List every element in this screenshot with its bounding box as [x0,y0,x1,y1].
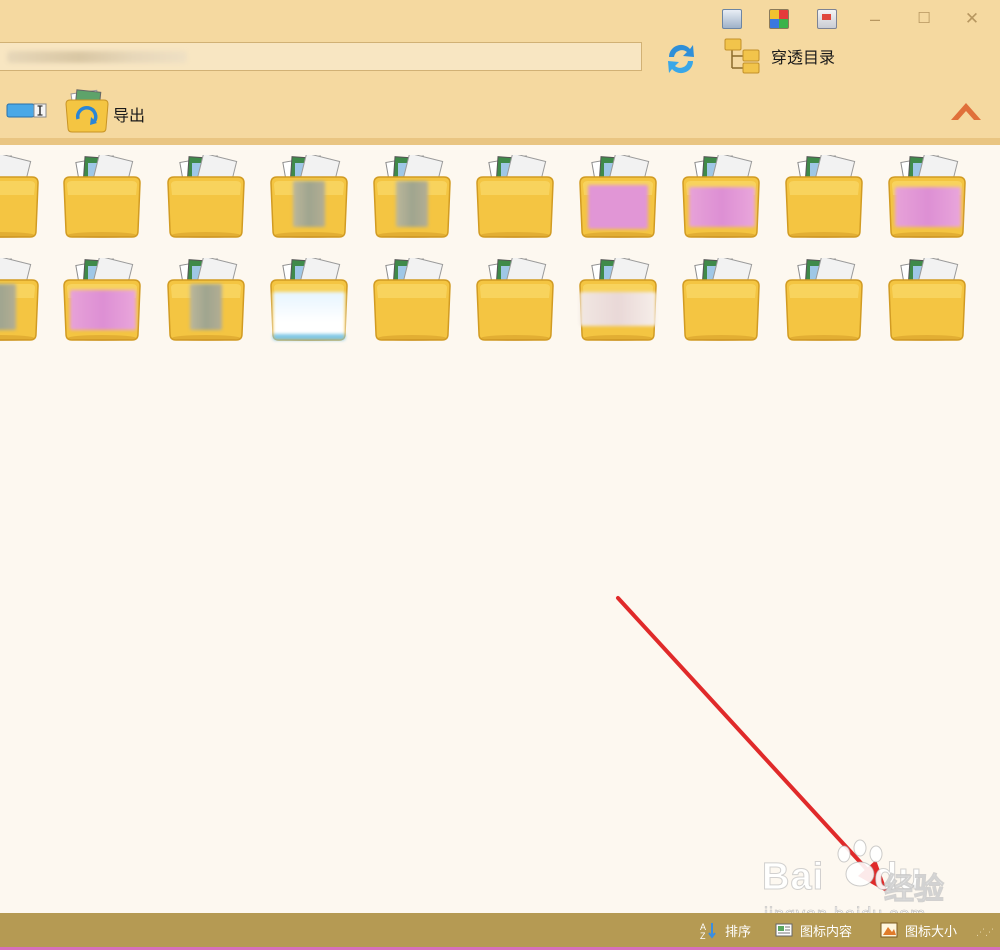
folder-icon [63,155,141,238]
folder-item[interactable] [885,155,969,241]
rename-icon [6,103,47,118]
folder-item[interactable] [0,155,42,241]
sort-icon: A Z [700,922,716,939]
svg-text:Z: Z [700,931,706,939]
export-folder-icon [65,89,109,133]
folder-icon [682,258,760,341]
collapse-toolbar-button[interactable] [948,96,984,124]
icon-size-icon [880,922,898,938]
folder-thumbnail [396,181,428,227]
export-button[interactable]: 导出 [64,88,164,134]
folder-icon [167,155,245,238]
folder-view[interactable] [0,145,1000,913]
folder-thumbnail [689,187,755,227]
toolbar: 导出 [0,82,1000,145]
folder-item[interactable] [370,258,454,344]
folder-icon [373,258,451,341]
folder-item[interactable] [576,155,660,241]
folder-item[interactable] [782,155,866,241]
folder-item[interactable] [473,155,557,241]
export-label: 导出 [113,108,146,125]
folder-item[interactable] [885,258,969,344]
monitor-icon[interactable] [817,9,837,29]
icon-content-icon [775,923,793,937]
maximize-button[interactable]: ☐ [912,8,936,30]
folder-icon [785,155,863,238]
rename-button[interactable] [6,102,48,120]
through-directory-label: 穿透目录 [771,50,836,67]
folder-item[interactable] [60,155,144,241]
refresh-icon [668,44,694,74]
icon-content-label: 图标内容 [800,924,853,939]
folder-item[interactable] [267,258,351,344]
address-blurred-path [7,51,187,63]
folder-item[interactable] [267,155,351,241]
minimize-button[interactable]: – [863,8,887,30]
chevron-up-icon [951,103,981,120]
folder-thumbnail [70,290,136,330]
folder-thumbnail [293,181,325,227]
skin-icon[interactable] [722,9,742,29]
refresh-button[interactable] [663,40,699,78]
folder-item[interactable] [576,258,660,344]
folder-item[interactable] [164,258,248,344]
sort-label: 排序 [725,924,752,939]
folder-item[interactable] [473,258,557,344]
folder-thumbnail [580,292,656,326]
folder-icon [785,258,863,341]
resize-grip-icon[interactable]: ⋰⋰ [976,927,994,941]
folder-icon [476,258,554,341]
through-directory-button[interactable]: 穿透目录 [723,34,863,78]
folder-icon [0,155,39,238]
icon-size-label: 图标大小 [905,924,958,939]
icon-content-button[interactable]: 图标内容 [775,919,865,941]
folder-icon [476,155,554,238]
folder-tree-icon [724,38,760,74]
folder-icon [888,258,966,341]
icon-size-button[interactable]: 图标大小 [880,919,970,941]
folder-thumbnail [895,187,961,227]
folder-thumbnail [0,284,16,330]
address-row: 穿透目录 [0,38,1000,82]
folder-item[interactable] [60,258,144,344]
folder-item[interactable] [782,258,866,344]
address-input[interactable] [0,42,642,71]
close-button[interactable]: ✕ [960,8,984,30]
sort-button[interactable]: A Z 排序 [700,919,762,941]
folder-item[interactable] [370,155,454,241]
folder-item[interactable] [679,258,763,344]
folder-item[interactable] [164,155,248,241]
folder-thumbnail [190,284,222,330]
status-bar: A Z 排序 图标内容 图标大小 ⋰⋰ [0,913,1000,950]
folder-thumbnail [588,185,648,229]
folder-item[interactable] [0,258,42,344]
color-palette-icon[interactable] [769,9,789,29]
folder-item[interactable] [679,155,763,241]
folder-thumbnail [273,292,345,340]
